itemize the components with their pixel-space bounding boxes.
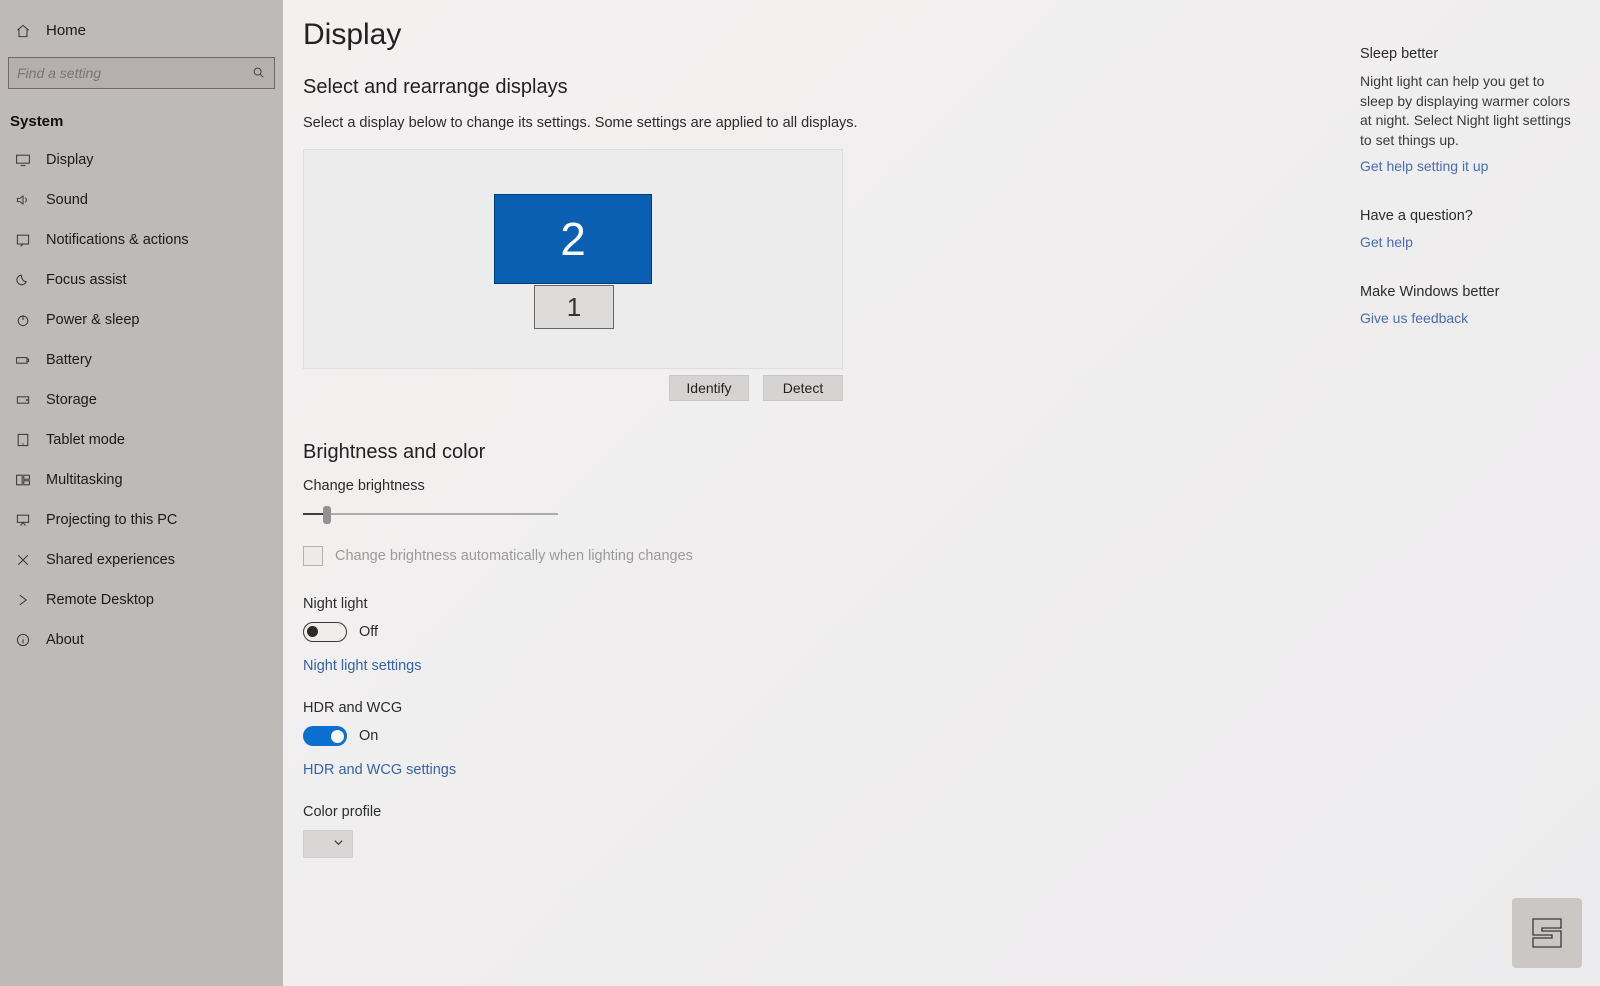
projecting-icon xyxy=(14,512,32,528)
sidebar-item-label: Power & sleep xyxy=(46,312,140,328)
storage-icon xyxy=(14,392,32,408)
auto-brightness-label: Change brightness automatically when lig… xyxy=(335,548,693,564)
battery-icon xyxy=(14,352,32,368)
detect-button[interactable]: Detect xyxy=(763,375,843,401)
moon-icon xyxy=(14,272,32,288)
brightness-heading: Brightness and color xyxy=(303,441,863,464)
sidebar-item-notifications[interactable]: Notifications & actions xyxy=(0,220,283,260)
sidebar-item-label: Display xyxy=(46,152,94,168)
monitor-2[interactable]: 2 xyxy=(494,194,652,284)
remote-icon xyxy=(14,592,32,608)
color-profile-dropdown[interactable] xyxy=(303,830,353,858)
get-help-link[interactable]: Get help xyxy=(1360,234,1580,250)
search-box[interactable] xyxy=(8,57,275,89)
sound-icon xyxy=(14,192,32,208)
category-title: System xyxy=(0,99,283,140)
search-input[interactable] xyxy=(9,65,244,81)
sidebar-item-about[interactable]: About xyxy=(0,620,283,660)
home-label: Home xyxy=(46,22,86,39)
night-light-label: Night light xyxy=(303,596,863,612)
home-icon xyxy=(14,23,32,39)
sidebar-item-storage[interactable]: Storage xyxy=(0,380,283,420)
tip-question-title: Have a question? xyxy=(1360,208,1580,224)
tip-sleep-body: Night light can help you get to sleep by… xyxy=(1360,72,1580,150)
shared-icon xyxy=(14,552,32,568)
home-button[interactable]: Home xyxy=(0,14,283,47)
sidebar-item-focus-assist[interactable]: Focus assist xyxy=(0,260,283,300)
sidebar-item-remote[interactable]: Remote Desktop xyxy=(0,580,283,620)
sidebar-item-label: Shared experiences xyxy=(46,552,175,568)
tip-sleep-link[interactable]: Get help setting it up xyxy=(1360,158,1580,174)
sidebar-item-label: Focus assist xyxy=(46,272,127,288)
sidebar-item-sound[interactable]: Sound xyxy=(0,180,283,220)
sidebar-item-label: Notifications & actions xyxy=(46,232,189,248)
night-light-toggle[interactable] xyxy=(303,622,347,642)
brightness-slider[interactable] xyxy=(303,504,558,524)
monitor-1[interactable]: 1 xyxy=(534,285,614,329)
main-content: Display Select and rearrange displays Se… xyxy=(283,0,1600,986)
night-light-settings-link[interactable]: Night light settings xyxy=(303,658,863,674)
chevron-down-icon xyxy=(333,835,344,853)
info-icon xyxy=(14,632,32,648)
sidebar-item-tablet[interactable]: Tablet mode xyxy=(0,420,283,460)
hdr-state: On xyxy=(359,728,378,744)
sidebar-item-label: Multitasking xyxy=(46,472,123,488)
sidebar-item-label: Sound xyxy=(46,192,88,208)
sidebar: Home System Display Sound Notifications … xyxy=(0,0,283,986)
arrange-desc: Select a display below to change its set… xyxy=(303,113,863,133)
multitasking-icon xyxy=(14,472,32,488)
sidebar-item-projecting[interactable]: Projecting to this PC xyxy=(0,500,283,540)
display-arrange-area[interactable]: 2 1 xyxy=(303,149,843,369)
notifications-icon xyxy=(14,232,32,248)
sidebar-item-power[interactable]: Power & sleep xyxy=(0,300,283,340)
sidebar-item-label: Tablet mode xyxy=(46,432,125,448)
monitor-icon xyxy=(14,152,32,168)
sidebar-item-battery[interactable]: Battery xyxy=(0,340,283,380)
give-feedback-link[interactable]: Give us feedback xyxy=(1360,310,1580,326)
power-icon xyxy=(14,312,32,328)
sidebar-item-label: Battery xyxy=(46,352,92,368)
auto-brightness-checkbox[interactable] xyxy=(303,546,323,566)
tablet-icon xyxy=(14,432,32,448)
sidebar-item-label: Remote Desktop xyxy=(46,592,154,608)
change-brightness-label: Change brightness xyxy=(303,478,863,494)
sidebar-item-display[interactable]: Display xyxy=(0,140,283,180)
tip-feedback-title: Make Windows better xyxy=(1360,284,1580,300)
tip-sleep-title: Sleep better xyxy=(1360,46,1580,62)
sidebar-item-shared[interactable]: Shared experiences xyxy=(0,540,283,580)
sidebar-item-label: About xyxy=(46,632,84,648)
hdr-label: HDR and WCG xyxy=(303,700,863,716)
sidebar-item-label: Projecting to this PC xyxy=(46,512,177,528)
engadget-watermark xyxy=(1512,898,1582,968)
sidebar-item-label: Storage xyxy=(46,392,97,408)
identify-button[interactable]: Identify xyxy=(669,375,749,401)
arrange-heading: Select and rearrange displays xyxy=(303,76,863,99)
hdr-settings-link[interactable]: HDR and WCG settings xyxy=(303,762,863,778)
color-profile-label: Color profile xyxy=(303,804,863,820)
hdr-toggle[interactable] xyxy=(303,726,347,746)
search-icon xyxy=(244,66,274,80)
sidebar-item-multitasking[interactable]: Multitasking xyxy=(0,460,283,500)
tips-panel: Sleep better Night light can help you ge… xyxy=(1360,46,1580,360)
night-light-state: Off xyxy=(359,624,378,640)
